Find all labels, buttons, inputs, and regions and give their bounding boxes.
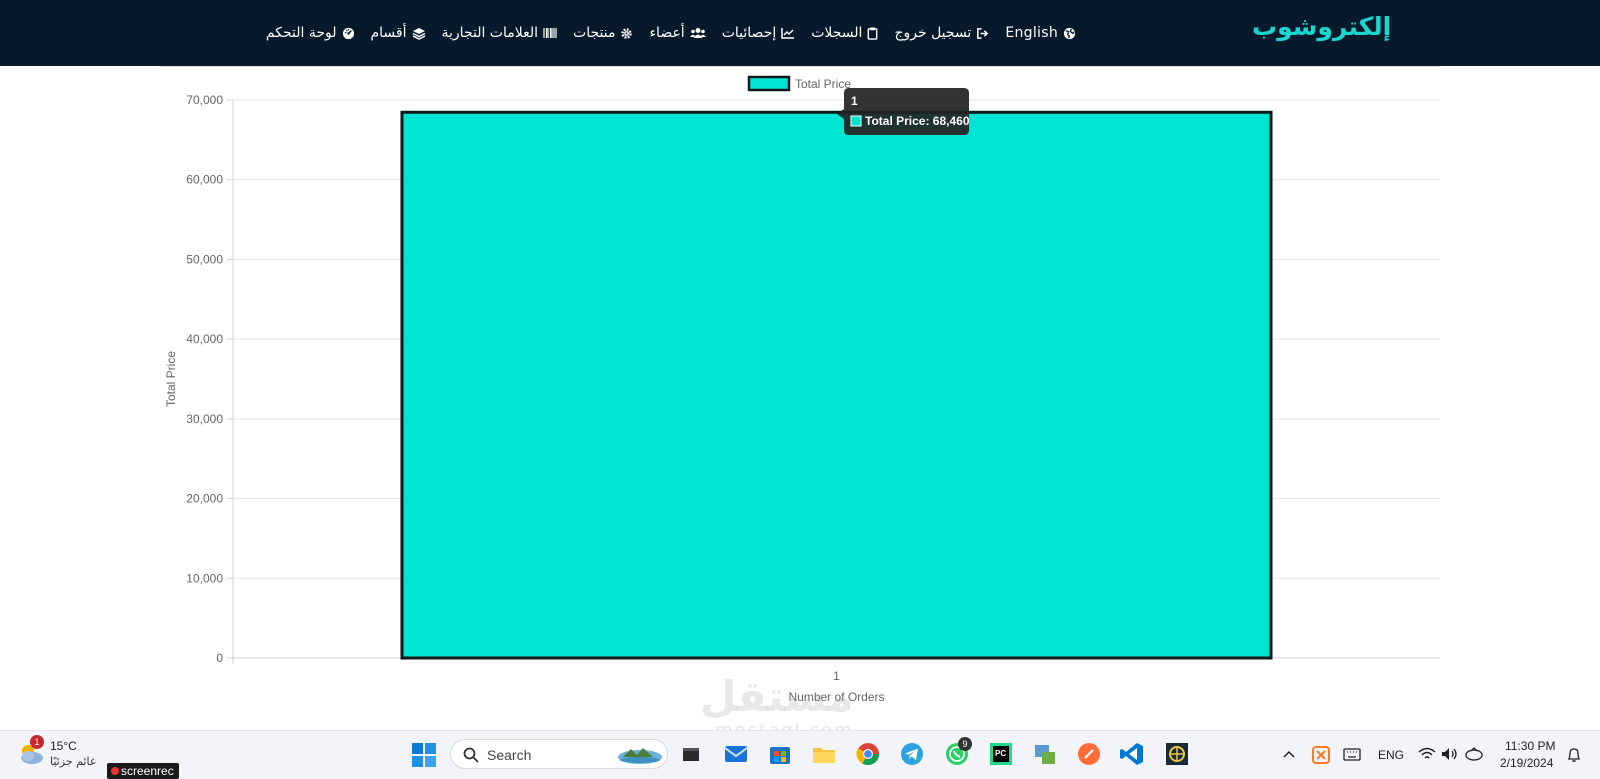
- windows-taskbar: 1 15°C غائم جزئيًا screenrec Search 9 PC…: [0, 730, 1600, 779]
- total-price-chart: 0 10,000 20,000 30,000 40,000 50,000 60,000 70,…: [164, 75, 1440, 704]
- taskbar-translator-icon[interactable]: [1032, 741, 1058, 767]
- y-tick-label: 50,000: [186, 252, 223, 266]
- users-icon: [689, 28, 706, 38]
- legend-label: Total Price: [795, 77, 851, 91]
- nav-item-label: إحصائيات: [721, 25, 777, 41]
- nav-item-label: منتجات: [573, 25, 616, 41]
- wifi-icon[interactable]: [1418, 747, 1436, 761]
- y-tick-label: 20,000: [186, 492, 223, 506]
- taskbar-app-icon[interactable]: [1164, 741, 1190, 767]
- system-tray: ENG 11:30 PM 2/19/2024: [1276, 731, 1600, 779]
- nav-item-brands[interactable]: العلامات التجارية: [442, 25, 558, 41]
- nav-item-english[interactable]: English: [1005, 25, 1076, 41]
- tooltip-title: 1: [851, 94, 858, 108]
- taskbar-telegram-icon[interactable]: [899, 741, 925, 767]
- y-tick-label: 30,000: [186, 412, 223, 426]
- search-icon: [463, 747, 479, 763]
- layers-icon: [412, 27, 425, 40]
- search-placeholder: Search: [487, 747, 532, 763]
- y-tick-label: 10,000: [186, 571, 223, 585]
- chevron-up-icon[interactable]: [1282, 748, 1296, 762]
- nav-menu: English تسجيل خروج السجلات إحصائيات أعضا…: [266, 0, 1076, 66]
- nav-item-products[interactable]: منتجات: [573, 25, 633, 41]
- keyboard-icon[interactable]: [1343, 748, 1361, 762]
- whatsapp-badge: 9: [958, 737, 972, 751]
- nav-item-categories[interactable]: أقسام: [371, 25, 426, 41]
- taskbar-pycharm-icon[interactable]: PC: [988, 741, 1014, 767]
- tooltip-swatch: [850, 115, 862, 127]
- y-axis-title: Total Price: [164, 351, 178, 407]
- nav-item-label: العلامات التجارية: [441, 25, 539, 41]
- taskbar-vscode-icon[interactable]: [1119, 741, 1145, 767]
- taskbar-file-explorer-icon[interactable]: [811, 741, 837, 767]
- clock-date[interactable]: 2/19/2024: [1500, 756, 1553, 770]
- notification-bell-icon[interactable]: [1566, 747, 1582, 763]
- tooltip-text: Total Price: 68,460: [865, 114, 970, 128]
- screenrec-badge: screenrec: [107, 763, 179, 779]
- nav-item-label: أعضاء: [649, 25, 685, 41]
- y-tick-label: 60,000: [186, 173, 223, 187]
- weather-temp: 15°C: [50, 739, 77, 753]
- nav-item-members[interactable]: أعضاء: [649, 25, 706, 41]
- weather-badge: 1: [30, 735, 44, 749]
- top-navbar: إلكتروشوب English تسجيل خروج السجلات إحص…: [0, 0, 1600, 66]
- chart-line-icon: [781, 28, 795, 39]
- xampp-icon[interactable]: [1312, 746, 1330, 764]
- sign-out-icon: [977, 27, 989, 39]
- y-tick-label: 0: [216, 651, 223, 665]
- nav-item-dashboard[interactable]: لوحة التحكم: [266, 25, 355, 41]
- taskbar-terminal-icon[interactable]: [678, 741, 704, 767]
- taskbar-search[interactable]: Search: [450, 739, 668, 769]
- start-button[interactable]: [412, 743, 436, 771]
- gear-icon: [621, 27, 633, 39]
- nav-item-label: لوحة التحكم: [265, 25, 337, 41]
- brand-logo[interactable]: إلكتروشوب: [1252, 12, 1391, 41]
- volume-icon[interactable]: [1441, 747, 1459, 761]
- watermark-logo: مستقل: [700, 672, 854, 721]
- dashboard-icon: [342, 27, 354, 39]
- taskbar-chrome-icon[interactable]: [855, 741, 881, 767]
- nav-item-label: English: [1005, 25, 1058, 41]
- nav-item-label: تسجيل خروج: [894, 25, 972, 41]
- nav-item-statistics[interactable]: إحصائيات: [722, 25, 796, 41]
- taskbar-store-icon[interactable]: [767, 741, 793, 767]
- globe-icon: [1063, 27, 1076, 39]
- windows-icon: [412, 743, 436, 767]
- battery-plug-icon[interactable]: [1465, 747, 1483, 761]
- weather-desc: غائم جزئيًا: [50, 755, 96, 768]
- taskbar-postman-icon[interactable]: [1076, 741, 1102, 767]
- legend-swatch: [747, 75, 791, 92]
- svg-text:PC: PC: [995, 749, 1006, 758]
- nav-item-logout[interactable]: تسجيل خروج: [894, 25, 989, 41]
- clipboard-icon: [868, 26, 878, 40]
- bar-total-price: [400, 110, 1273, 660]
- nav-item-label: السجلات: [811, 25, 863, 41]
- nav-item-logs[interactable]: السجلات: [811, 25, 878, 41]
- y-tick-label: 40,000: [186, 332, 223, 346]
- barcode-icon: [543, 28, 557, 38]
- clock-time[interactable]: 11:30 PM: [1505, 739, 1555, 753]
- language-indicator[interactable]: ENG: [1378, 748, 1404, 762]
- search-highlight-icon: [618, 748, 662, 764]
- nav-item-label: أقسام: [370, 25, 407, 41]
- taskbar-mail-icon[interactable]: [723, 741, 749, 767]
- y-tick-label: 70,000: [186, 93, 223, 107]
